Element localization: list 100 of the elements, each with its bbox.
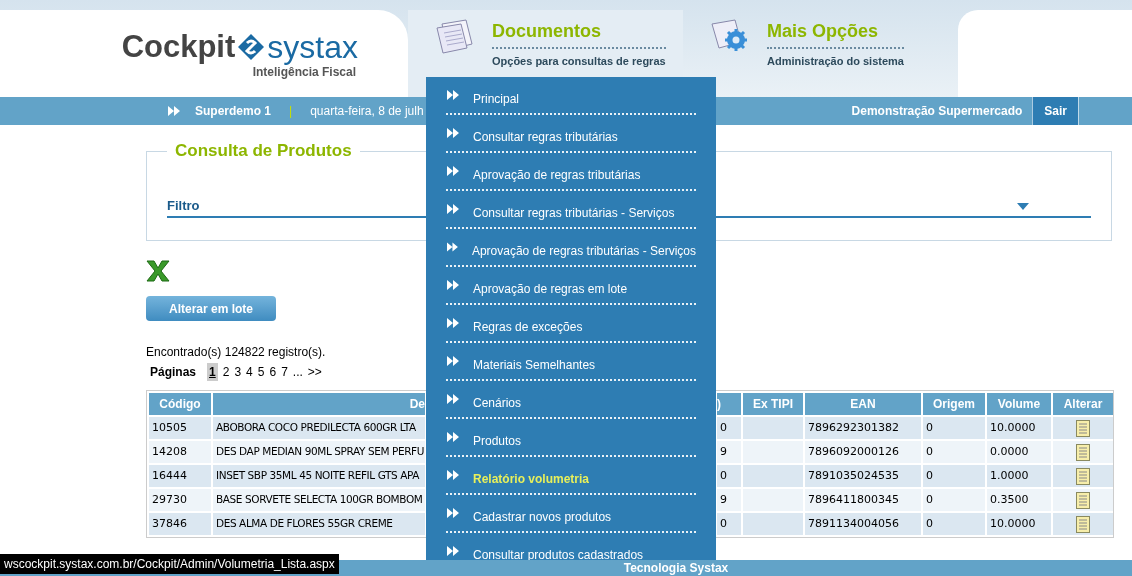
table-cell: 0 — [717, 417, 741, 439]
page-link[interactable]: 3 — [234, 363, 242, 381]
double-arrow-icon — [447, 432, 459, 442]
table-cell: 1.0000 — [987, 465, 1051, 487]
menu-item[interactable]: Relatório volumetria — [446, 457, 696, 495]
menu-item[interactable]: Cadastrar novos produtos — [446, 495, 696, 533]
page-link[interactable]: ... — [292, 363, 303, 381]
table-cell: 7896092000126 — [805, 441, 921, 463]
table-cell: 0 — [923, 513, 985, 535]
user-name: Superdemo 1 — [195, 103, 272, 120]
table-cell: 7896292301382 — [805, 417, 921, 439]
menu-item[interactable]: Principal — [446, 77, 696, 115]
column-header: Código — [149, 393, 211, 415]
menu-item[interactable]: Materiais Semelhantes — [446, 343, 696, 381]
table-cell: 0 — [923, 489, 985, 511]
table-cell: 9 — [717, 441, 741, 463]
edit-document-icon[interactable] — [1076, 443, 1090, 461]
edit-document-icon[interactable] — [1076, 515, 1090, 533]
double-arrow-icon — [447, 394, 459, 404]
tab-title: Documentos — [492, 18, 666, 49]
page-link[interactable]: 4 — [246, 363, 253, 381]
table-cell: BASE SORVETE SELECTA 100GR BOMBOM — [213, 489, 425, 511]
table-cell: 0.3500 — [987, 489, 1051, 511]
double-arrow-icon — [447, 128, 459, 138]
page-link[interactable]: >> — [307, 363, 322, 381]
tab-subtitle: Opções para consultas de regras — [492, 54, 666, 69]
footer-text: Tecnologia Systax — [623, 560, 729, 576]
tab-subtitle: Administração do sistema — [767, 54, 904, 69]
table-cell: 29730 — [149, 489, 211, 511]
table-cell: 9 — [717, 489, 741, 511]
double-arrow-icon — [447, 242, 458, 252]
table-cell: DES DAP MEDIAN 90ML SPRAY SEM PERFU — [213, 441, 425, 463]
table-cell: DES ALMA DE FLORES 55GR CREME — [213, 513, 425, 535]
menu-item[interactable]: Aprovação de regras tributárias — [446, 153, 696, 191]
batch-edit-button[interactable]: Alterar em lote — [146, 296, 276, 321]
table-cell: 0.0000 — [987, 441, 1051, 463]
edit-document-icon[interactable] — [1076, 467, 1090, 485]
column-header: Volume — [987, 393, 1051, 415]
caret-icon — [1017, 202, 1029, 210]
table-cell: 16444 — [149, 465, 211, 487]
menu-item[interactable]: Consultar produtos cadastrados — [446, 533, 696, 560]
page-link[interactable]: 1 — [207, 363, 218, 381]
double-arrow-icon — [447, 280, 459, 290]
menu-item[interactable]: Aprovação de regras em lote — [446, 267, 696, 305]
table-cell: 0 — [717, 465, 741, 487]
table-cell: 10.0000 — [987, 513, 1051, 535]
menu-item[interactable]: Aprovação de regras tributárias - Serviços — [446, 229, 696, 267]
double-arrow-icon — [447, 508, 459, 518]
page-link[interactable]: 7 — [281, 363, 288, 381]
logo-tagline: Inteligência Fiscal — [252, 64, 356, 81]
logo-diamond-icon — [237, 32, 266, 61]
table-cell: 0 — [923, 441, 985, 463]
logo-name: systax — [267, 30, 358, 63]
page-link[interactable]: 5 — [257, 363, 265, 381]
spreadsheet-x-icon[interactable] — [146, 260, 170, 282]
table-cell: ABOBORA COCO PREDILECTA 600GR LTA — [213, 417, 425, 439]
column-header: De — [213, 393, 425, 415]
table-cell: 0 — [717, 513, 741, 535]
double-arrow-icon — [447, 318, 459, 328]
double-arrow-icon — [447, 546, 459, 556]
table-cell: 0 — [923, 465, 985, 487]
column-header: EAN — [805, 393, 921, 415]
menu-item[interactable]: Consultar regras tributárias - Serviços — [446, 191, 696, 229]
table-cell: 37846 — [149, 513, 211, 535]
tab-title: Mais Opções — [767, 18, 904, 49]
separator: | — [289, 103, 293, 120]
double-arrow-icon — [168, 106, 180, 116]
table-cell: 14208 — [149, 441, 211, 463]
logout-button[interactable]: Sair — [1032, 97, 1078, 125]
table-cell: 7891035024535 — [805, 465, 921, 487]
double-arrow-icon — [447, 356, 459, 366]
table-cell: 10.0000 — [987, 417, 1051, 439]
table-cell — [743, 465, 803, 487]
table-cell — [743, 513, 803, 535]
edit-document-icon[interactable] — [1076, 419, 1090, 437]
menu-item[interactable]: Regras de exceções — [446, 305, 696, 343]
page-link[interactable]: 6 — [269, 363, 277, 381]
double-arrow-icon — [447, 204, 459, 214]
double-arrow-icon — [447, 470, 459, 480]
table-cell: INSET SBP 35ML 45 NOITE REFIL GTS APA — [213, 465, 425, 487]
column-header: Ex TIPI — [743, 393, 803, 415]
menu-item[interactable]: Consultar regras tributárias — [446, 115, 696, 153]
menu-item[interactable]: Cenários — [446, 381, 696, 419]
table-cell: 10505 — [149, 417, 211, 439]
table-cell — [743, 417, 803, 439]
column-header: Alterar — [1053, 393, 1113, 415]
company-name: Demonstração Supermercado — [851, 103, 1023, 120]
table-cell: 7891134004056 — [805, 513, 921, 535]
status-url: wscockpit.systax.com.br/Cockpit/Admin/Volumetria_Lista.aspx — [0, 554, 339, 574]
table-cell: 7896411800345 — [805, 489, 921, 511]
logo-brand: Cockpit — [121, 31, 236, 62]
double-arrow-icon — [447, 166, 459, 176]
menu-item[interactable]: Produtos — [446, 419, 696, 457]
column-header: ) — [717, 393, 741, 415]
edit-document-icon[interactable] — [1076, 491, 1090, 509]
results-count: Encontrado(s) 124822 registro(s). — [146, 344, 327, 361]
double-arrow-icon — [447, 90, 459, 100]
table-cell: 0 — [923, 417, 985, 439]
page-link[interactable]: 2 — [222, 363, 230, 381]
pages-label: Páginas — [150, 364, 197, 381]
